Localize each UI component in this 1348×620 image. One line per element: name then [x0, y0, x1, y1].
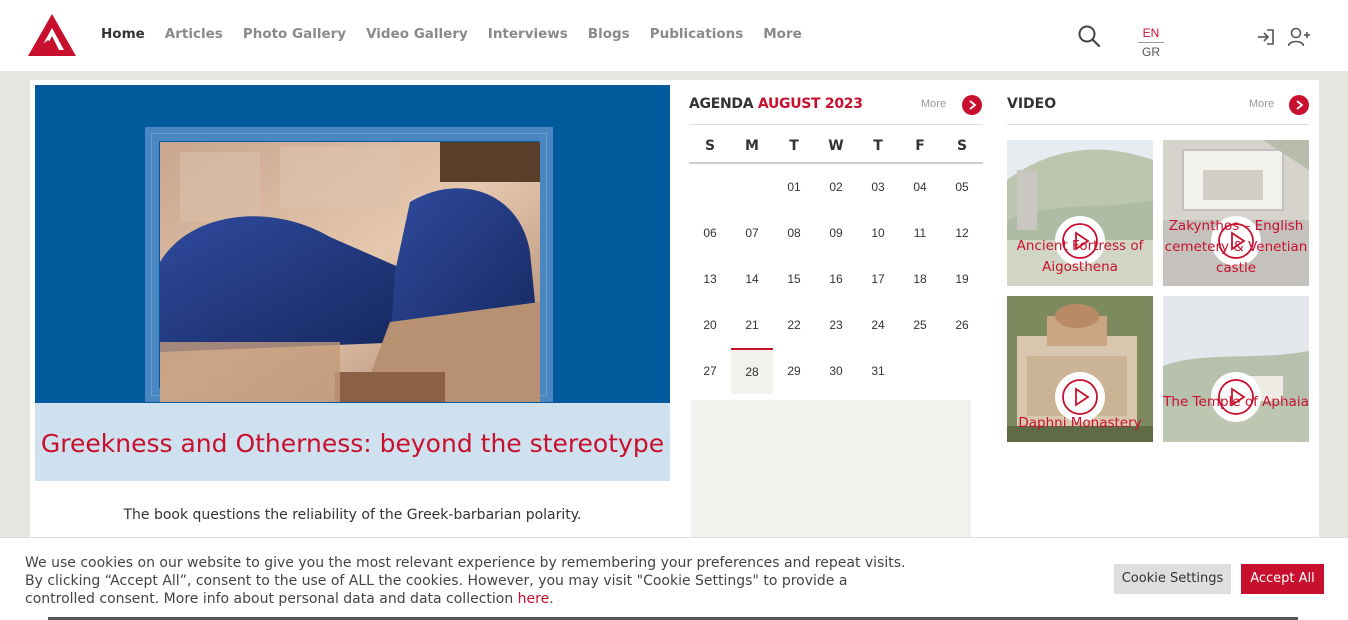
calendar-day[interactable]: 18 [899, 256, 941, 302]
calendar-day[interactable]: 10 [857, 210, 899, 256]
lang-gr[interactable]: GR [1138, 45, 1164, 59]
calendar-day[interactable]: 27 [689, 348, 731, 394]
calendar-empty-cell [731, 164, 773, 210]
calendar-day[interactable]: 09 [815, 210, 857, 256]
calendar-day[interactable]: 13 [689, 256, 731, 302]
calendar-day[interactable]: 04 [899, 164, 941, 210]
calendar-day[interactable]: 29 [773, 348, 815, 394]
calendar-week-row: 01 02 03 04 05 [689, 164, 983, 210]
calendar-day[interactable]: 31 [857, 348, 899, 394]
cookie-settings-button[interactable]: Cookie Settings [1114, 564, 1231, 594]
agenda-title: AGENDA AUGUST 2023 [689, 96, 863, 112]
agenda-more-link[interactable]: More [921, 98, 946, 110]
calendar-day[interactable]: 23 [815, 302, 857, 348]
calendar-week-row: 20 21 22 23 24 25 26 [689, 302, 983, 348]
hero-description: The book questions the reliability of th… [123, 507, 582, 523]
calendar-weekday: T [873, 138, 883, 154]
calendar-day[interactable]: 14 [731, 256, 773, 302]
video-title-label: Daphni Monastery [1018, 415, 1142, 431]
site-logo[interactable] [28, 14, 76, 56]
agenda-events-panel [691, 400, 971, 550]
calendar-day[interactable]: 06 [689, 210, 731, 256]
video-title-label: Ancient Fortress of Aigosthena [1016, 238, 1144, 275]
nav-more[interactable]: More [763, 26, 802, 42]
calendar-day[interactable]: 25 [899, 302, 941, 348]
video-title-label: The Temple of Aphaia [1163, 394, 1309, 410]
nav-photo-gallery[interactable]: Photo Gallery [243, 26, 346, 42]
video-title: VIDEO [1007, 96, 1057, 112]
nav-home[interactable]: Home [101, 26, 145, 42]
language-switcher: EN GR [1138, 26, 1164, 59]
calendar-day[interactable]: 26 [941, 302, 983, 348]
search-icon[interactable] [1077, 24, 1101, 48]
video-more-link[interactable]: More [1249, 98, 1274, 110]
calendar-weekday: S [956, 138, 968, 154]
calendar-day[interactable]: 16 [815, 256, 857, 302]
calendar-day[interactable]: 07 [731, 210, 773, 256]
video-title-label: Zakynthos – English cemetery & Venetian … [1164, 218, 1308, 276]
calendar-day[interactable]: 30 [815, 348, 857, 394]
agenda-calendar: SMTWTFS 01 02 03 04 05 06 07 08 09 10 11 12 13 14 15 16… [689, 132, 983, 394]
calendar-day[interactable]: 08 [773, 210, 815, 256]
calendar-empty-cell [689, 164, 731, 210]
calendar-day[interactable]: 02 [815, 164, 857, 210]
calendar-day[interactable]: 19 [941, 256, 983, 302]
accept-all-button[interactable]: Accept All [1241, 564, 1324, 594]
nav-blogs[interactable]: Blogs [588, 26, 630, 42]
calendar-day[interactable]: 12 [941, 210, 983, 256]
calendar-weekday: S [704, 138, 716, 154]
agenda-label: AGENDA [689, 96, 754, 112]
cookie-message: We use cookies on our website to give yo… [25, 555, 906, 607]
hero-image [160, 142, 540, 402]
cookie-more-info-link[interactable]: here [518, 591, 550, 607]
video-tile[interactable]: Zakynthos – English cemetery & Venetian … [1163, 140, 1309, 286]
calendar-day[interactable]: 03 [857, 164, 899, 210]
calendar-empty-cell [941, 348, 983, 394]
add-user-icon[interactable] [1287, 26, 1311, 48]
video-header: VIDEO More [1007, 94, 1309, 125]
calendar-weekday: T [789, 138, 799, 154]
video-more-button[interactable] [1289, 95, 1309, 115]
nav-interviews[interactable]: Interviews [488, 26, 568, 42]
hero-banner[interactable] [35, 85, 670, 405]
hero-title[interactable]: Greekness and Otherness: beyond the ster… [35, 427, 670, 461]
calendar-day[interactable]: 24 [857, 302, 899, 348]
calendar-weekday: M [745, 138, 759, 154]
calendar-day[interactable]: 17 [857, 256, 899, 302]
nav-publications[interactable]: Publications [650, 26, 744, 42]
cookie-tail: . [549, 591, 554, 607]
site-header: Home Articles Photo Gallery Video Galler… [0, 0, 1348, 71]
calendar-day[interactable]: 21 [731, 302, 773, 348]
calendar-day[interactable]: 01 [773, 164, 815, 210]
chevron-right-icon [1296, 100, 1304, 110]
calendar-week-row: 06 07 08 09 10 11 12 [689, 210, 983, 256]
chevron-right-icon [969, 100, 977, 110]
login-icon[interactable] [1256, 27, 1276, 47]
calendar-day-today[interactable]: 28 [731, 348, 773, 394]
nav-video-gallery[interactable]: Video Gallery [366, 26, 468, 42]
calendar-week-row: 27 28 29 30 31 [689, 348, 983, 394]
calendar-day[interactable]: 15 [773, 256, 815, 302]
main-content: Greekness and Otherness: beyond the ster… [30, 80, 1319, 550]
cookie-banner: We use cookies on our website to give yo… [0, 537, 1348, 620]
calendar-week-row: 13 14 15 16 17 18 19 [689, 256, 983, 302]
video-tile[interactable]: Ancient Fortress of Aigosthena [1007, 140, 1153, 286]
calendar-day[interactable]: 11 [899, 210, 941, 256]
agenda-more-button[interactable] [962, 95, 982, 115]
calendar-empty-cell [899, 348, 941, 394]
nav-articles[interactable]: Articles [165, 26, 223, 42]
calendar-weekday: W [828, 138, 844, 154]
calendar-day[interactable]: 05 [941, 164, 983, 210]
calendar-weekday: F [915, 138, 925, 154]
agenda-header: AGENDA AUGUST 2023 More [689, 94, 983, 125]
lang-en[interactable]: EN [1138, 26, 1164, 43]
cookie-text: We use cookies on our website to give yo… [25, 554, 915, 608]
main-nav: Home Articles Photo Gallery Video Galler… [101, 26, 822, 42]
calendar-day[interactable]: 22 [773, 302, 815, 348]
calendar-weekday-row: SMTWTFS [689, 132, 983, 164]
calendar-day[interactable]: 20 [689, 302, 731, 348]
video-tile[interactable]: The Temple of Aphaia [1163, 296, 1309, 442]
video-tile[interactable]: Daphni Monastery [1007, 296, 1153, 442]
agenda-month: AUGUST 2023 [757, 96, 863, 112]
